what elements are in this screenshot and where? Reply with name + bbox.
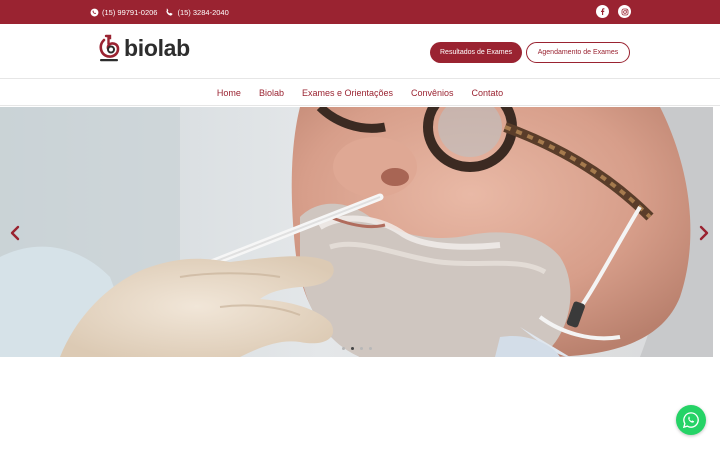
social-links <box>587 5 631 18</box>
schedule-button[interactable]: Agendamento de Exames <box>526 42 630 63</box>
hero-slider <box>0 107 713 357</box>
landline-phone: (15) 3284-2040 <box>177 7 229 17</box>
whatsapp-contact[interactable]: (15) 99791-0206 <box>90 8 157 17</box>
whatsapp-phone: (15) 99791-0206 <box>102 7 158 17</box>
microscope-logo-icon <box>99 34 120 62</box>
slider-next-button[interactable] <box>697 224 711 242</box>
nav-item-contact[interactable]: Contato <box>472 88 504 98</box>
whatsapp-icon <box>90 8 99 16</box>
main-navigation: Home Biolab Exames e Orientações Convêni… <box>0 80 720 106</box>
contact-info: (15) 99791-0206 (15) 3284-2040 <box>90 0 237 24</box>
biolab-logo[interactable]: biolab <box>98 34 190 62</box>
slider-pagination <box>339 347 375 350</box>
chevron-left-icon <box>10 225 20 241</box>
nav-item-exams[interactable]: Exames e Orientações <box>302 88 393 98</box>
results-button[interactable]: Resultados de Exames <box>430 42 522 63</box>
top-contact-bar: (15) 99791-0206 (15) 3284-2040 <box>0 0 720 24</box>
facebook-button[interactable] <box>596 5 609 18</box>
chevron-right-icon <box>699 225 709 241</box>
logo-wordmark: biolab <box>124 34 190 61</box>
nav-item-biolab[interactable]: Biolab <box>259 88 284 98</box>
phone-contact[interactable]: (15) 3284-2040 <box>165 7 229 17</box>
facebook-icon <box>601 8 605 15</box>
site-header: biolab Resultados de Exames Agendamento … <box>0 24 720 79</box>
phone-icon <box>166 8 173 16</box>
nav-item-home[interactable]: Home <box>217 88 241 98</box>
slider-dot-2[interactable] <box>351 347 354 350</box>
hero-photo <box>0 107 713 357</box>
slider-prev-button[interactable] <box>8 224 22 242</box>
whatsapp-chat-button[interactable] <box>676 405 706 435</box>
slider-dot-3[interactable] <box>360 347 363 350</box>
slider-dot-1[interactable] <box>342 347 345 350</box>
slider-dot-4[interactable] <box>369 347 372 350</box>
nav-item-insurance[interactable]: Convênios <box>411 88 454 98</box>
whatsapp-icon <box>682 412 699 429</box>
instagram-icon <box>621 8 628 15</box>
instagram-button[interactable] <box>618 5 631 18</box>
